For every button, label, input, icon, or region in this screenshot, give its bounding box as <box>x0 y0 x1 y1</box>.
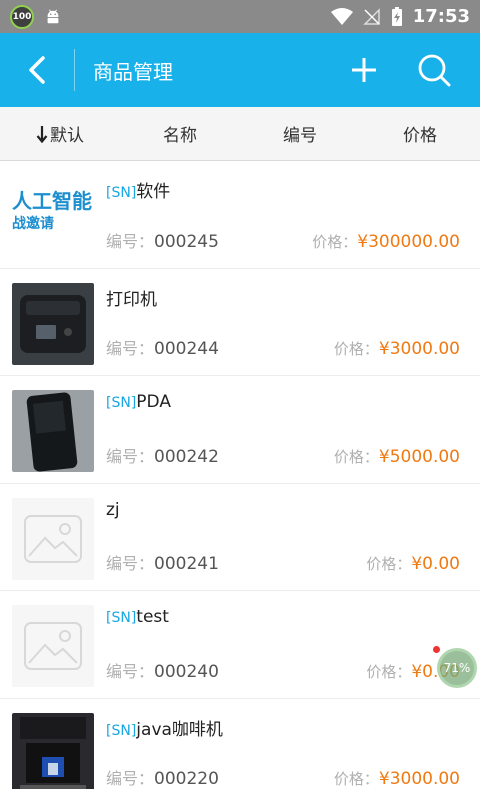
product-name-text: PDA <box>136 392 171 412</box>
product-image: 人工智能 战邀请 <box>12 175 94 257</box>
add-product-button[interactable] <box>346 52 382 88</box>
ai-banner-subtext: 战邀请 <box>12 216 54 232</box>
product-row[interactable]: zj 编号：000241 价格：¥0.00 <box>0 484 480 591</box>
product-name: [SN]PDA <box>106 392 460 412</box>
sort-name[interactable]: 名称 <box>120 121 240 146</box>
back-button[interactable] <box>0 33 74 107</box>
product-code: 000241 <box>154 554 219 574</box>
product-row[interactable]: 人工智能 战邀请 [SN]软件 编号：000245 价格：¥300000.00 <box>0 161 480 269</box>
product-image <box>12 390 94 472</box>
product-code: 000242 <box>154 446 219 467</box>
no-signal-icon <box>362 7 380 25</box>
product-name-text: test <box>136 607 169 627</box>
sort-price[interactable]: 价格 <box>360 121 480 146</box>
product-name: [SN]软件 <box>106 177 460 202</box>
product-name: [SN]test <box>106 607 460 627</box>
product-row[interactable]: [SN]java咖啡机 编号：000220 价格：¥3000.00 <box>0 699 480 789</box>
product-code: 000244 <box>154 339 219 359</box>
price-label: 价格： <box>333 447 379 466</box>
product-row[interactable]: 打印机 编号：000244 价格：¥3000.00 <box>0 269 480 376</box>
product-name-text: java咖啡机 <box>136 719 223 740</box>
sort-default-label: 默认 <box>50 126 84 146</box>
product-image <box>12 497 94 580</box>
product-image <box>12 605 94 687</box>
product-price: ¥3000.00 <box>378 769 460 789</box>
code-label: 编号： <box>106 661 155 681</box>
sort-bar: 默认 名称 编号 价格 <box>0 107 480 161</box>
battery-badge-icon: 100 <box>10 4 34 29</box>
product-name-text: zj <box>106 499 120 520</box>
notification-dot <box>433 646 440 653</box>
code-label: 编号： <box>106 769 155 788</box>
printer-image <box>12 282 94 365</box>
clock: 17:53 <box>412 6 470 27</box>
sn-tag: [SN] <box>106 395 137 411</box>
floating-memory-badge[interactable]: 71% <box>437 648 477 688</box>
product-name-text: 软件 <box>136 182 171 202</box>
search-icon <box>418 54 451 87</box>
price-label: 价格： <box>312 232 358 251</box>
sn-tag: [SN] <box>106 722 137 739</box>
arrow-down-icon <box>36 125 48 143</box>
product-code: 000240 <box>154 661 219 682</box>
product-price: ¥0.00 <box>411 554 460 574</box>
price-label: 价格： <box>333 770 379 788</box>
page-title: 商品管理 <box>93 59 173 84</box>
ai-banner-text: 人工智能 <box>12 189 92 213</box>
android-icon <box>47 9 59 23</box>
product-price: ¥5000.00 <box>378 446 460 467</box>
code-label: 编号： <box>106 231 155 251</box>
price-label: 价格： <box>366 555 412 573</box>
product-name: [SN]java咖啡机 <box>106 715 460 740</box>
product-image <box>12 282 94 365</box>
product-row[interactable]: [SN]PDA 编号：000242 价格：¥5000.00 <box>0 376 480 484</box>
price-label: 价格： <box>366 662 412 681</box>
coffee-machine-image <box>12 712 94 789</box>
image-placeholder-icon <box>24 622 82 670</box>
sort-default[interactable]: 默认 <box>0 121 120 146</box>
product-name: 打印机 <box>106 285 460 310</box>
sort-code[interactable]: 编号 <box>240 121 360 146</box>
product-name: zj <box>106 500 460 520</box>
wifi-icon <box>330 7 353 25</box>
product-name-text: 打印机 <box>106 289 157 310</box>
app-header: 商品管理 <box>0 33 480 107</box>
code-label: 编号： <box>106 339 155 358</box>
product-price: ¥300000.00 <box>357 231 460 252</box>
sn-tag: [SN] <box>106 185 137 201</box>
chevron-left-icon <box>29 56 45 84</box>
battery-charging-icon <box>391 6 402 26</box>
status-bar: 100 17:53 <box>0 0 480 33</box>
product-image <box>12 712 94 789</box>
product-code: 000245 <box>154 231 219 252</box>
code-label: 编号： <box>106 446 155 466</box>
sn-tag: [SN] <box>106 610 137 626</box>
product-price: ¥3000.00 <box>378 339 460 359</box>
plus-icon <box>352 58 376 82</box>
search-button[interactable] <box>416 52 452 88</box>
price-label: 价格： <box>333 340 379 358</box>
header-divider <box>74 49 75 91</box>
pda-image <box>12 390 94 472</box>
product-code: 000220 <box>154 769 219 789</box>
product-row[interactable]: [SN]test 编号：000240 价格：¥0.00 <box>0 591 480 699</box>
image-placeholder-icon <box>24 514 82 563</box>
product-list: 人工智能 战邀请 [SN]软件 编号：000245 价格：¥300000.00 … <box>0 161 480 789</box>
code-label: 编号： <box>106 554 155 573</box>
